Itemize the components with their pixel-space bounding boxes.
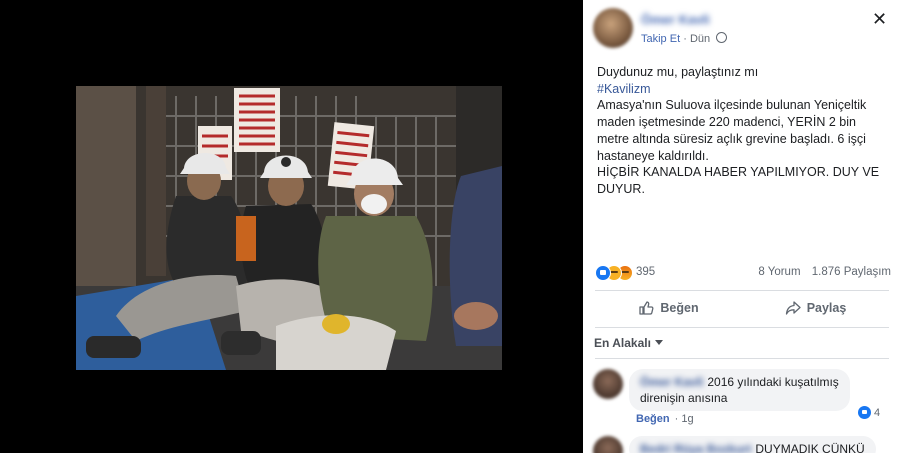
share-button[interactable]: Paylaş — [742, 294, 889, 322]
meta-separator: · — [683, 33, 687, 45]
comment-bubble: Bedri Rüya Bozkurt DUYMADIK ÇÜNKÜ — [629, 436, 876, 453]
hashtag-link[interactable]: #Kavilizm — [597, 81, 887, 98]
comments-count[interactable]: 8 Yorum — [758, 266, 800, 278]
comment-time[interactable]: 1g — [681, 413, 693, 425]
shares-count[interactable]: 1.876 Paylaşım — [812, 266, 891, 278]
post-text-line: HİÇBİR KANALDA HABER YAPILMIYOR. DUY VE … — [597, 165, 880, 196]
author-name[interactable]: Ömer Kavli — [641, 12, 710, 27]
comment-reactions[interactable]: 4 — [858, 406, 880, 419]
comment-text: direnişin anısına — [640, 391, 728, 405]
commenter-name[interactable]: Bedri Rüya Bozkurt — [640, 442, 751, 453]
comment-separator: · — [674, 413, 679, 425]
post-text-line: Amasya'nın Suluova ilçesinde bulunan Yen… — [597, 98, 867, 163]
post-photo[interactable] — [76, 86, 502, 370]
miners-photo-illustration — [76, 86, 502, 370]
post-side-panel: Ömer Kavli Takip Et · Dün ✕ Duydunuz mu,… — [583, 0, 900, 453]
commenter-avatar[interactable] — [593, 369, 623, 399]
post-header: Ömer Kavli Takip Et · Dün — [593, 8, 893, 48]
like-button-label: Beğen — [660, 301, 699, 315]
reaction-count[interactable]: 395 — [636, 266, 655, 278]
divider — [595, 290, 889, 291]
commenter-avatar[interactable] — [593, 436, 623, 453]
globe-icon — [716, 32, 728, 43]
post-time[interactable]: Dün — [690, 33, 710, 45]
photo-viewer — [0, 0, 583, 453]
share-icon — [785, 301, 801, 315]
comment-text: DUYMADIK ÇÜNKÜ — [755, 442, 865, 453]
comment-text: 2016 yılındaki kuşatılmış — [707, 375, 839, 389]
post-text: Duydunuz mu, paylaştınız mı #Kavilizm Am… — [597, 64, 887, 198]
post-actions: Beğen Paylaş — [595, 294, 889, 322]
thumbs-up-icon — [639, 301, 654, 315]
commenter-name[interactable]: Ömer Kavli — [640, 375, 703, 389]
like-reaction-icon — [595, 265, 611, 281]
caret-down-icon — [654, 340, 663, 345]
post-meta: Takip Et · Dün — [641, 32, 728, 45]
divider — [595, 327, 889, 328]
post-stats: 395 8 Yorum 1.876 Paylaşım — [595, 265, 891, 283]
comment-actions: Beğen · 1g — [636, 413, 694, 425]
like-button[interactable]: Beğen — [595, 294, 742, 322]
divider — [595, 358, 889, 359]
engagement-counts: 8 Yorum 1.876 Paylaşım — [758, 266, 891, 278]
comment-reaction-count: 4 — [874, 407, 881, 419]
post-text-line: Duydunuz mu, paylaştınız mı — [597, 65, 759, 79]
author-avatar[interactable] — [593, 8, 633, 48]
share-button-label: Paylaş — [806, 301, 847, 315]
follow-link[interactable]: Takip Et — [641, 33, 680, 45]
comment-sort-dropdown[interactable]: En Alakalı — [594, 336, 663, 350]
comment-sort-label: En Alakalı — [594, 336, 651, 350]
like-reaction-icon — [858, 406, 871, 419]
comment-like-link[interactable]: Beğen — [636, 413, 670, 425]
close-button[interactable]: ✕ — [872, 10, 887, 28]
comment-bubble: Ömer Kavli 2016 yılındaki kuşatılmış dire… — [629, 369, 850, 411]
